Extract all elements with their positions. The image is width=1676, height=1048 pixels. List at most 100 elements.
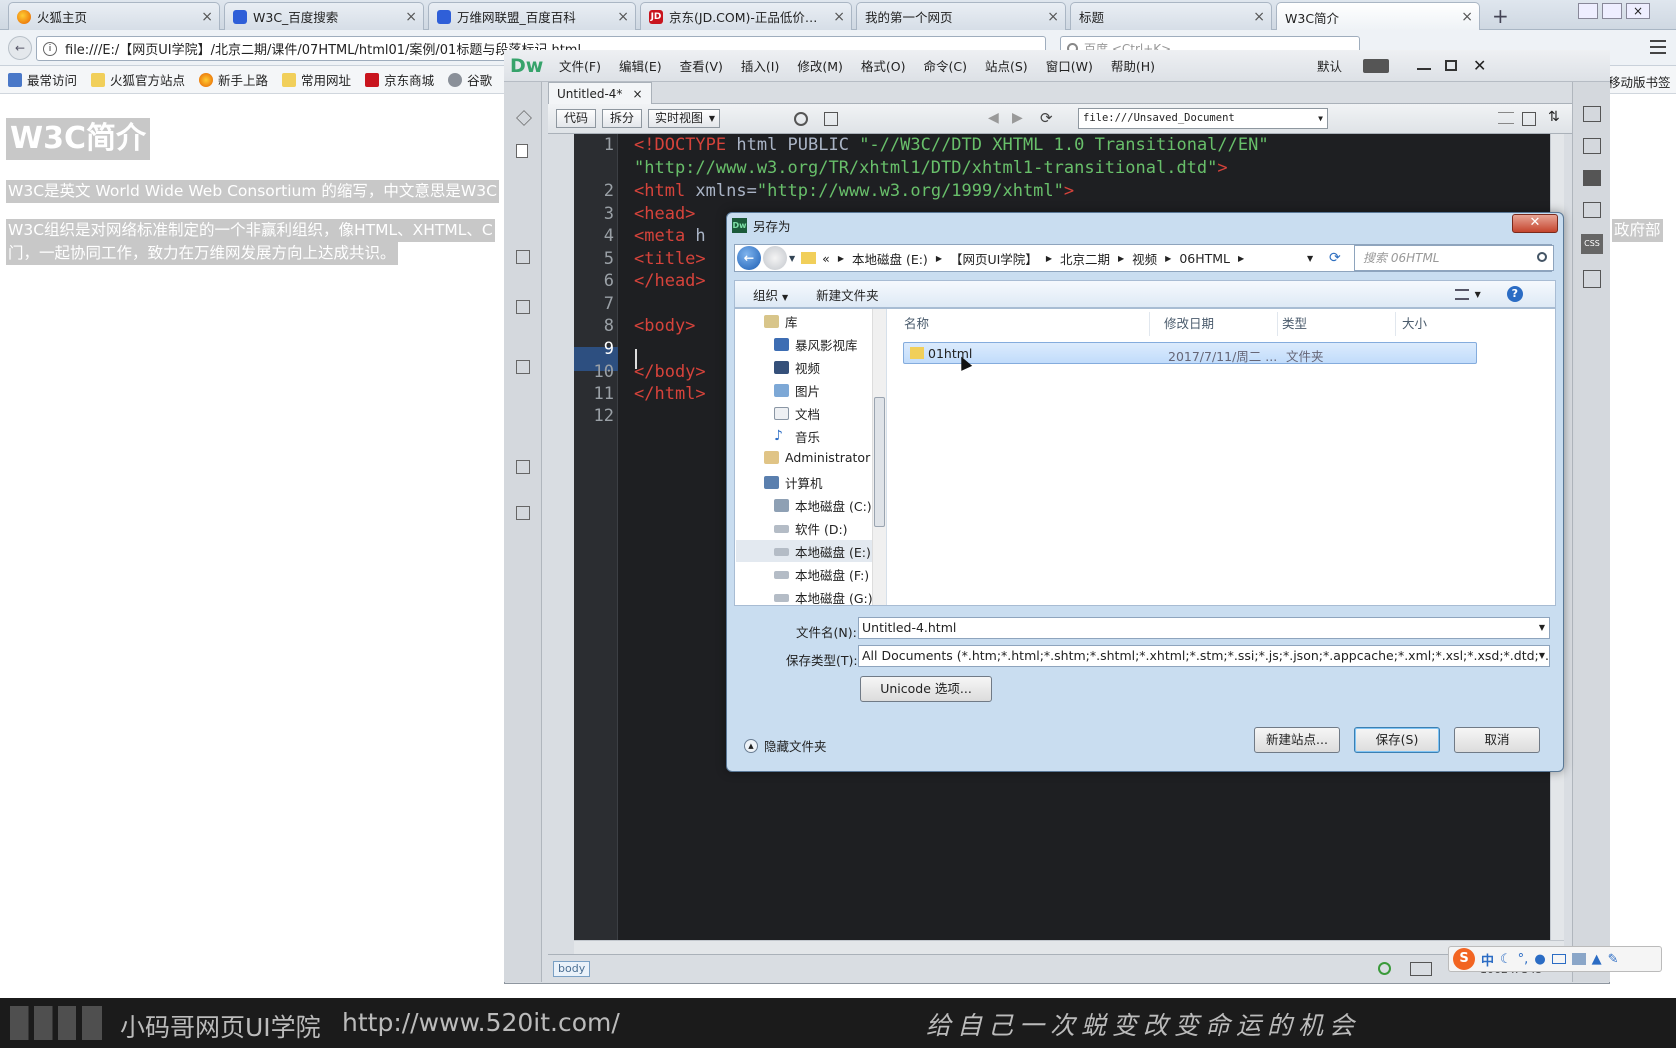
keyboard-icon[interactable] — [1551, 954, 1566, 964]
new-folder-button[interactable]: 新建文件夹 — [816, 285, 879, 304]
sort-icon[interactable]: ⇅ — [1548, 109, 1560, 125]
maximize-icon[interactable] — [1445, 60, 1457, 71]
device-preview-icon[interactable] — [1410, 962, 1432, 976]
new-site-button[interactable]: 新建站点... — [1254, 727, 1340, 753]
tree-item-music[interactable]: ♪ 音乐 — [774, 427, 820, 446]
column-type[interactable]: 类型 — [1278, 312, 1396, 336]
chevron-down-icon[interactable]: ▼ — [1538, 646, 1545, 666]
bookmark-firefox-site[interactable]: 火狐官方站点 — [91, 70, 185, 89]
menu-window[interactable]: 窗口(W) — [1037, 56, 1102, 75]
breadcrumb-beijing[interactable]: 北京二期 — [1060, 249, 1110, 268]
chevron-down-icon[interactable]: ▼ — [1475, 290, 1481, 299]
close-icon[interactable]: × — [617, 9, 629, 25]
browser-tab-3[interactable]: 万维网联盟_百度百科 × — [428, 2, 636, 30]
refresh-icon[interactable]: ⟳ — [1329, 250, 1341, 266]
filetype-select[interactable]: All Documents (*.htm;*.html;*.shtm;*.sht… — [858, 645, 1550, 667]
browser-tab-1[interactable]: 火狐主页 × — [8, 2, 220, 30]
close-icon[interactable]: × — [1047, 9, 1059, 25]
browser-tab-6[interactable]: 标题 × — [1070, 2, 1272, 30]
menu-insert[interactable]: 插入(I) — [732, 56, 788, 75]
menu-format[interactable]: 格式(O) — [852, 56, 915, 75]
browser-tab-5[interactable]: 我的第一个网页 × — [856, 2, 1066, 30]
close-icon[interactable]: × — [1626, 3, 1650, 19]
microphone-icon[interactable]: ● — [1534, 952, 1545, 967]
new-tab-icon[interactable]: + — [1492, 4, 1509, 28]
tree-item-administrator[interactable]: Administrator — [764, 450, 870, 465]
back-icon[interactable]: ← — [8, 36, 32, 60]
tree-item-drive-g[interactable]: 本地磁盘 (G:) — [774, 588, 873, 607]
close-icon[interactable]: ✕ — [1473, 56, 1486, 75]
punctuation-icon[interactable]: °, — [1518, 952, 1529, 967]
files-icon[interactable] — [1583, 202, 1601, 218]
dialog-close-button[interactable]: ✕ — [1512, 214, 1558, 233]
close-icon[interactable]: × — [632, 87, 642, 101]
tree-item-documents[interactable]: 文档 — [774, 404, 820, 423]
close-icon[interactable]: × — [833, 9, 845, 25]
bookmark-common-sites[interactable]: 常用网址 — [282, 70, 351, 89]
close-icon[interactable]: × — [201, 9, 213, 25]
menu-edit[interactable]: 编辑(E) — [610, 56, 671, 75]
menu-view[interactable]: 查看(V) — [671, 56, 732, 75]
menu-icon[interactable] — [1650, 40, 1666, 54]
tree-item-pictures[interactable]: 图片 — [774, 381, 820, 400]
breadcrumb-overflow[interactable]: « — [822, 251, 830, 266]
forward-arrow-icon[interactable]: ▶ — [1012, 110, 1023, 126]
back-icon[interactable]: ← — [737, 246, 761, 270]
minimize-icon[interactable] — [1578, 3, 1598, 19]
forward-icon[interactable] — [763, 246, 787, 270]
close-icon[interactable]: × — [1253, 9, 1265, 25]
tree-item-baofeng[interactable]: 暴风影视库 — [774, 335, 858, 354]
dw-address-input[interactable]: file:///Unsaved_Document ▼ — [1078, 108, 1328, 129]
tree-item-drive-d[interactable]: 软件 (D:) — [774, 519, 848, 538]
browser-tab-4[interactable]: JD 京东(JD.COM)-正品低价、品 × — [640, 2, 852, 30]
format-source-icon[interactable] — [516, 506, 530, 520]
view-options-icon[interactable] — [1454, 288, 1469, 300]
sogou-icon[interactable]: S — [1453, 948, 1475, 970]
column-name[interactable]: 名称 — [900, 312, 1150, 336]
browser-tab-2[interactable]: W3C_百度搜索 × — [224, 2, 424, 30]
breadcrumb-drive-e[interactable]: 本地磁盘 (E:) — [852, 249, 928, 268]
moon-icon[interactable]: ☾ — [1500, 952, 1512, 967]
refresh-icon[interactable]: ⟳ — [1040, 109, 1053, 127]
live-view-button[interactable]: 实时视图 ▼ — [648, 109, 720, 128]
unicode-options-button[interactable]: Unicode 选项... — [860, 676, 992, 702]
column-size[interactable]: 大小 — [1398, 312, 1478, 336]
browser-tab-7[interactable]: W3C简介 × — [1276, 2, 1480, 31]
save-button[interactable]: 保存(S) — [1354, 727, 1440, 753]
tree-item-drive-e[interactable]: 本地磁盘 (E:) — [774, 542, 871, 561]
multiscreen-icon[interactable] — [824, 112, 838, 126]
scrollbar-thumb[interactable] — [874, 397, 885, 527]
split-view-button[interactable]: 拆分 — [602, 109, 642, 128]
chevron-down-icon[interactable]: ▼ — [789, 254, 795, 263]
back-arrow-icon[interactable]: ◀ — [988, 110, 999, 126]
open-document-icon[interactable] — [516, 144, 528, 158]
indent-icon[interactable] — [516, 460, 530, 474]
menu-file[interactable]: 文件(F) — [550, 56, 610, 75]
bookmark-jd[interactable]: 京东商城 — [365, 70, 434, 89]
tree-item-library[interactable]: 库 — [764, 312, 798, 331]
dialog-search-input[interactable]: 搜索 06HTML — [1354, 245, 1554, 271]
minimize-icon[interactable] — [1417, 62, 1431, 70]
column-date[interactable]: 修改日期 — [1160, 312, 1278, 336]
doc-tab[interactable]: Untitled-4* × — [548, 82, 652, 104]
line-numbers-icon[interactable] — [516, 300, 530, 314]
tree-item-drive-c[interactable]: 本地磁盘 (C:) — [774, 496, 872, 515]
ime-mode[interactable]: 中 — [1481, 950, 1494, 969]
tree-scrollbar[interactable] — [872, 309, 886, 605]
bookmark-most-visited[interactable]: 最常访问 — [8, 70, 77, 89]
code-collapse-icon[interactable] — [516, 250, 530, 264]
tag-selector[interactable]: body — [553, 961, 591, 977]
css-icon[interactable]: CSS — [1581, 234, 1603, 254]
code-view-button[interactable]: 代码 — [556, 109, 596, 128]
inspect-icon[interactable] — [794, 112, 808, 126]
site-map-icon[interactable] — [1583, 106, 1601, 122]
tag-inspector-icon[interactable] — [1583, 270, 1601, 288]
breadcrumb-06html[interactable]: 06HTML — [1179, 251, 1230, 266]
menu-site[interactable]: 站点(S) — [976, 56, 1037, 75]
chevron-down-icon[interactable]: ▼ — [1539, 618, 1545, 638]
chevron-down-icon[interactable]: ▼ — [1307, 254, 1313, 263]
filename-input[interactable]: Untitled-4.html ▼ — [858, 617, 1550, 639]
help-icon[interactable]: ? — [1506, 286, 1523, 302]
hide-folders-toggle[interactable]: ▲ 隐藏文件夹 — [744, 736, 827, 755]
shirt-icon[interactable]: ▲ — [1592, 952, 1602, 967]
